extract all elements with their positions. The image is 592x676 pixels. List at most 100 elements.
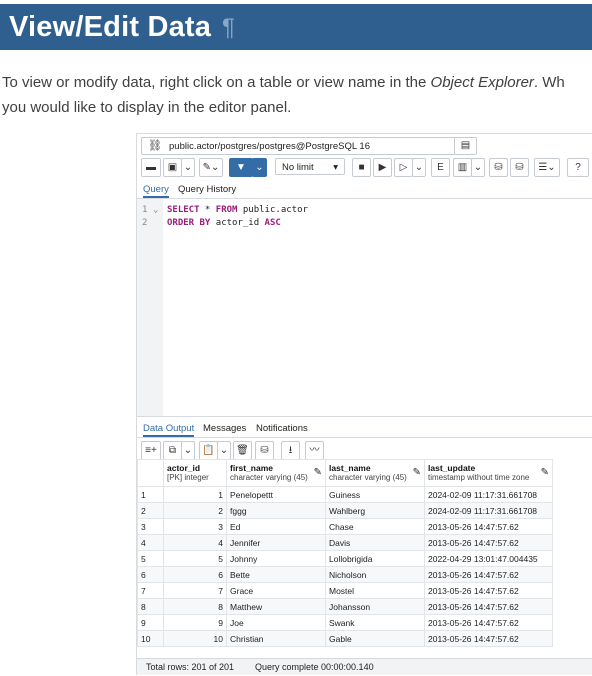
cell-actor-id[interactable]: 4 [163, 534, 227, 551]
delete-icon[interactable]: 🗑 [233, 441, 252, 460]
cell-last-update[interactable]: 2013-05-26 14:47:57.62 [424, 518, 553, 535]
table-row[interactable]: 7 7 Grace Mostel 2013-05-26 14:47:57.62 [137, 582, 553, 599]
table-row[interactable]: 2 2 fggg Wahlberg 2024-02-09 11:17:31.661708 [137, 502, 553, 519]
cell-first-name[interactable]: Christian [226, 630, 326, 647]
row-number[interactable]: 10 [137, 630, 164, 647]
cell-first-name[interactable]: Johnny [226, 550, 326, 567]
cell-last-name[interactable]: Nicholson [325, 566, 425, 583]
cell-actor-id[interactable]: 10 [163, 630, 227, 647]
cell-actor-id[interactable]: 6 [163, 566, 227, 583]
cell-last-name[interactable]: Davis [325, 534, 425, 551]
table-row[interactable]: 6 6 Bette Nicholson 2013-05-26 14:47:57.62 [137, 566, 553, 583]
tab-messages[interactable]: Messages [203, 423, 246, 434]
explain-analyze-icon[interactable]: ▥ [453, 158, 472, 177]
paste-dropdown-icon[interactable]: ⌄ [217, 441, 231, 460]
column-header[interactable]: actor_id [PK] integer [163, 459, 227, 487]
cell-last-update[interactable]: 2013-05-26 14:47:57.62 [424, 614, 553, 631]
sql-editor[interactable]: 1 ⌄ 2 SELECT * FROM public.actor ORDER B… [137, 199, 592, 416]
row-number[interactable]: 5 [137, 550, 164, 567]
cell-actor-id[interactable]: 8 [163, 598, 227, 615]
row-number[interactable]: 4 [137, 534, 164, 551]
graph-icon[interactable]: 〰 [305, 441, 324, 460]
row-limit-select[interactable]: No limit ▾ [275, 158, 345, 175]
table-row[interactable]: 5 5 Johnny Lollobrigida 2022-04-29 13:01:47.… [137, 550, 553, 567]
cell-last-update[interactable]: 2013-05-26 14:47:57.62 [424, 566, 553, 583]
edit-icon[interactable]: ✎⌄ [199, 158, 223, 177]
cell-last-name[interactable]: Guiness [325, 486, 425, 503]
explain-dropdown-icon[interactable]: ⌄ [471, 158, 485, 177]
row-number[interactable]: 3 [137, 518, 164, 535]
table-row[interactable]: 8 8 Matthew Johansson 2013-05-26 14:47:57.62 [137, 598, 553, 615]
row-number[interactable]: 7 [137, 582, 164, 599]
cell-last-name[interactable]: Gable [325, 630, 425, 647]
pilcrow-link[interactable]: ¶ [222, 14, 235, 42]
download-icon[interactable]: ⭳ [281, 441, 300, 460]
stop-icon[interactable]: ■ [352, 158, 371, 177]
cell-last-name[interactable]: Wahlberg [325, 502, 425, 519]
open-file-icon[interactable]: ▬ [141, 158, 161, 177]
cell-first-name[interactable]: Bette [226, 566, 326, 583]
save-data-icon[interactable]: ⛁ [255, 441, 274, 460]
cell-last-name[interactable]: Swank [325, 614, 425, 631]
macros-icon[interactable]: ☰⌄ [534, 158, 560, 177]
cell-last-name[interactable]: Chase [325, 518, 425, 535]
connection-selector[interactable]: ⛓ public.actor/postgres/postgres@Postgre… [141, 137, 477, 155]
cell-last-update[interactable]: 2013-05-26 14:47:57.62 [424, 598, 553, 615]
paste-icon[interactable]: 📋 [199, 441, 218, 460]
cell-last-name[interactable]: Johansson [325, 598, 425, 615]
table-row[interactable]: 1 1 Penelopettt Guiness 2024-02-09 11:17:31.… [137, 486, 553, 503]
database-icon[interactable]: ▤ [454, 138, 476, 154]
fold-icon[interactable]: ⌄ [153, 205, 158, 215]
cell-actor-id[interactable]: 2 [163, 502, 227, 519]
help-icon[interactable]: ? [567, 158, 589, 177]
table-row[interactable]: 10 10 Christian Gable 2013-05-26 14:47:57.62 [137, 630, 553, 647]
cell-last-update[interactable]: 2013-05-26 14:47:57.62 [424, 582, 553, 599]
row-number[interactable]: 6 [137, 566, 164, 583]
cell-last-update[interactable]: 2024-02-09 11:17:31.661708 [424, 486, 553, 503]
cell-first-name[interactable]: Jennifer [226, 534, 326, 551]
explain-icon[interactable]: E [431, 158, 450, 177]
copy-icon[interactable]: ⧉ [163, 441, 182, 460]
cell-actor-id[interactable]: 7 [163, 582, 227, 599]
execute-dropdown-icon[interactable]: ⌄ [412, 158, 426, 177]
row-number[interactable]: 1 [137, 486, 164, 503]
tab-query-history[interactable]: Query History [178, 184, 236, 195]
cell-first-name[interactable]: fggg [226, 502, 326, 519]
row-number[interactable]: 9 [137, 614, 164, 631]
column-header[interactable]: last_name character varying (45) ✎ [325, 459, 425, 487]
cell-first-name[interactable]: Ed [226, 518, 326, 535]
cell-first-name[interactable]: Penelopettt [226, 486, 326, 503]
column-header[interactable]: first_name character varying (45) ✎ [226, 459, 326, 487]
commit-icon[interactable]: ⛁ [489, 158, 508, 177]
cell-first-name[interactable]: Joe [226, 614, 326, 631]
cell-actor-id[interactable]: 3 [163, 518, 227, 535]
tab-notifications[interactable]: Notifications [256, 423, 308, 434]
cell-last-update[interactable]: 2024-02-09 11:17:31.661708 [424, 502, 553, 519]
rollback-icon[interactable]: ⛁ [510, 158, 529, 177]
table-row[interactable]: 9 9 Joe Swank 2013-05-26 14:47:57.62 [137, 614, 553, 631]
save-dropdown-icon[interactable]: ⌄ [181, 158, 195, 177]
filter-dropdown-icon[interactable]: ⌄ [252, 158, 267, 177]
column-header[interactable]: last_update timestamp without time zone ✎ [424, 459, 553, 487]
tab-query[interactable]: Query [143, 184, 169, 198]
save-icon[interactable]: ▣ [163, 158, 182, 177]
row-number[interactable]: 2 [137, 502, 164, 519]
cell-last-name[interactable]: Lollobrigida [325, 550, 425, 567]
row-number[interactable]: 8 [137, 598, 164, 615]
cell-last-update[interactable]: 2013-05-26 14:47:57.62 [424, 630, 553, 647]
execute-icon[interactable]: ▶ [373, 158, 392, 177]
cell-first-name[interactable]: Matthew [226, 598, 326, 615]
panel-divider[interactable] [137, 416, 592, 417]
tab-data-output[interactable]: Data Output [143, 423, 195, 437]
cell-last-update[interactable]: 2013-05-26 14:47:57.62 [424, 534, 553, 551]
cell-first-name[interactable]: Grace [226, 582, 326, 599]
table-row[interactable]: 4 4 Jennifer Davis 2013-05-26 14:47:57.62 [137, 534, 553, 551]
filter-icon[interactable]: ▼ [229, 158, 253, 177]
copy-dropdown-icon[interactable]: ⌄ [181, 441, 195, 460]
table-row[interactable]: 3 3 Ed Chase 2013-05-26 14:47:57.62 [137, 518, 553, 535]
cell-last-update[interactable]: 2022-04-29 13:01:47.004435 [424, 550, 553, 567]
add-row-icon[interactable]: ≡+ [141, 441, 161, 460]
cell-actor-id[interactable]: 1 [163, 486, 227, 503]
cell-last-name[interactable]: Mostel [325, 582, 425, 599]
execute-options-icon[interactable]: ▷ [394, 158, 413, 177]
